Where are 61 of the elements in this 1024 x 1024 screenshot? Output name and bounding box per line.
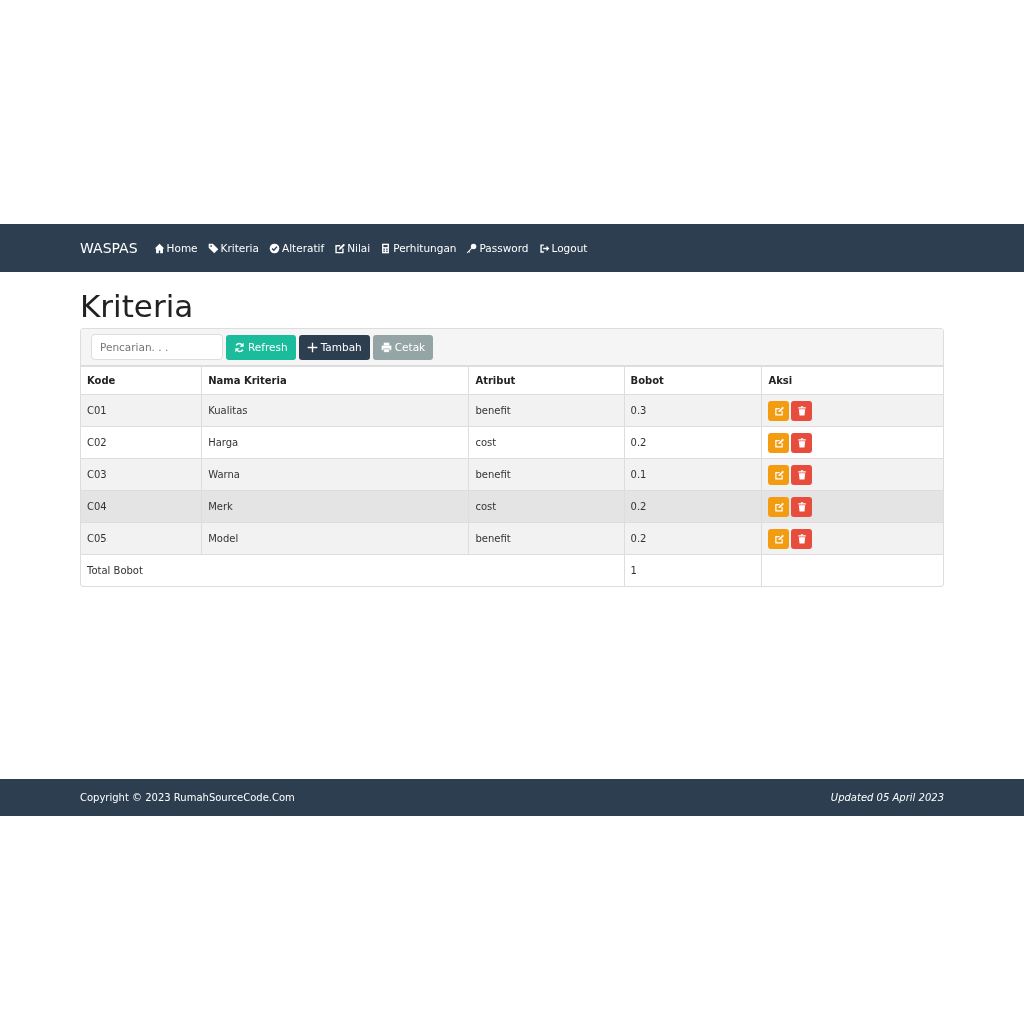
nav-link[interactable]: Kriteria <box>207 242 259 254</box>
trash-icon <box>796 405 807 416</box>
table-cell: Merk <box>201 490 469 523</box>
edit-button[interactable] <box>768 464 790 485</box>
brand-link[interactable]: WASPAS <box>80 240 138 256</box>
trash-icon <box>796 469 807 480</box>
table-cell: 0.3 <box>624 394 762 427</box>
check-circle-icon <box>268 242 280 254</box>
edit-icon <box>773 405 784 416</box>
edit-icon <box>334 242 346 254</box>
table-cell: Model <box>201 522 469 555</box>
copyright-text: Copyright © 2023 RumahSourceCode.Com <box>80 792 295 803</box>
nav-link[interactable]: Nilai <box>334 242 371 254</box>
edit-button[interactable] <box>768 432 790 453</box>
trash-icon <box>796 437 807 448</box>
updated-text: Updated 05 April 2023 <box>830 792 944 803</box>
table-cell: C03 <box>81 458 202 491</box>
edit-icon <box>773 469 784 480</box>
search-field[interactable]: Pencarian. . . <box>91 334 223 360</box>
edit-button[interactable] <box>768 528 790 549</box>
tag-icon <box>207 242 219 254</box>
refresh-icon <box>234 341 245 353</box>
table-cell: C01 <box>81 394 202 427</box>
edit-button[interactable] <box>768 400 790 421</box>
add-button[interactable]: Tambah <box>298 334 370 360</box>
table-cell: benefit <box>468 458 625 491</box>
logout-icon <box>538 242 550 254</box>
trash-icon <box>796 501 807 512</box>
calculator-icon <box>380 242 392 254</box>
nav-link[interactable]: Perhitungan <box>380 242 457 254</box>
delete-button[interactable] <box>791 432 813 453</box>
key-icon <box>466 242 478 254</box>
page-title: Kriteria <box>80 288 195 324</box>
table-cell: Kualitas <box>201 394 469 427</box>
table-cell: 0.1 <box>624 458 762 491</box>
total-value: 1 <box>624 554 762 586</box>
table-cell: benefit <box>468 394 625 427</box>
delete-button[interactable] <box>791 528 813 549</box>
home-icon <box>153 242 165 254</box>
edit-icon <box>773 501 784 512</box>
table-cell: Warna <box>201 458 469 491</box>
table-cell: 0.2 <box>624 522 762 555</box>
nav-link[interactable]: Home <box>153 242 198 254</box>
nav-link[interactable]: Password <box>466 242 529 254</box>
delete-button[interactable] <box>791 400 813 421</box>
delete-button[interactable] <box>791 496 813 517</box>
delete-button[interactable] <box>791 464 813 485</box>
print-icon <box>380 341 392 353</box>
edit-icon <box>773 437 784 448</box>
table-cell: C04 <box>81 490 202 523</box>
nav-link[interactable]: Logout <box>538 242 588 254</box>
total-label: Total Bobot <box>81 554 625 586</box>
table-cell: benefit <box>468 522 625 555</box>
plus-icon <box>306 341 318 353</box>
trash-icon <box>796 533 807 544</box>
edit-icon <box>773 533 784 544</box>
edit-button[interactable] <box>768 496 790 517</box>
table-cell: C05 <box>81 522 202 555</box>
table-cell: cost <box>468 490 625 523</box>
nav-link[interactable]: Alteratif <box>268 242 325 254</box>
table-cell: 0.2 <box>624 490 762 523</box>
